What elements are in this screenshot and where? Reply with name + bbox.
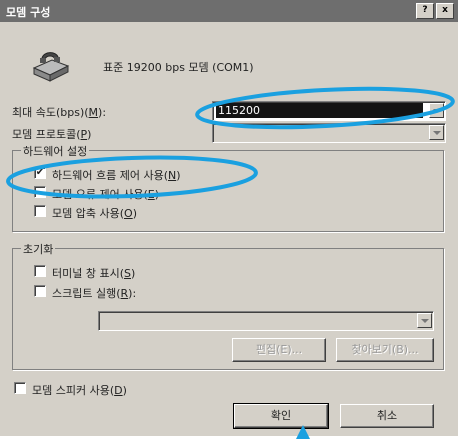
- ok-button[interactable]: 확인: [233, 403, 329, 429]
- terminal-window-label: 터미널 창 표시(S): [52, 267, 136, 280]
- modem-speaker-checkbox[interactable]: [14, 382, 26, 394]
- error-control-label: 모뎀 오류 제어 사용(E): [52, 188, 159, 201]
- error-control-checkbox[interactable]: [34, 186, 46, 198]
- hardware-flow-control-label: 하드웨어 흐름 제어 사용(N): [52, 169, 181, 182]
- compression-checkbox[interactable]: [34, 205, 46, 217]
- chevron-down-icon[interactable]: [429, 125, 444, 140]
- window-title: 모뎀 구성: [6, 6, 51, 19]
- compression-label: 모뎀 압축 사용(O): [52, 207, 137, 220]
- modem-name: 표준 19200 bps 모뎀 (COM1): [103, 61, 254, 74]
- help-button[interactable]: ?: [416, 3, 434, 19]
- chevron-down-icon[interactable]: [429, 103, 444, 118]
- hardware-flow-control-checkbox[interactable]: ✔: [34, 167, 46, 179]
- max-speed-label: 최대 속도(bps)(M):: [12, 106, 107, 119]
- chevron-down-icon[interactable]: [417, 313, 432, 328]
- title-bar: 모뎀 구성 ? x: [0, 0, 458, 22]
- protocol-select[interactable]: [212, 123, 446, 143]
- modem-configuration-dialog: 모뎀 구성 ? x 표준 19200 bps 모뎀 (COM1) 최대 속도(b…: [0, 0, 460, 438]
- protocol-label: 모뎀 프로토콜(P): [12, 128, 92, 141]
- browse-button[interactable]: 찾아보기(B)...: [336, 338, 434, 362]
- modem-icon: [32, 52, 70, 82]
- terminal-window-checkbox[interactable]: [34, 265, 46, 277]
- cancel-button[interactable]: 취소: [340, 404, 434, 428]
- initialization-legend: 초기화: [21, 241, 56, 257]
- run-script-label: 스크립트 실행(R):: [52, 287, 137, 300]
- edit-button[interactable]: 편집(E)...: [232, 338, 326, 362]
- script-select[interactable]: [98, 311, 434, 331]
- max-speed-value: 115200: [216, 103, 423, 118]
- close-button[interactable]: x: [436, 3, 454, 19]
- max-speed-select[interactable]: 115200: [212, 101, 446, 121]
- modem-speaker-label: 모뎀 스피커 사용(D): [32, 384, 127, 397]
- run-script-checkbox[interactable]: [34, 285, 46, 297]
- hardware-settings-legend: 하드웨어 설정: [21, 143, 90, 159]
